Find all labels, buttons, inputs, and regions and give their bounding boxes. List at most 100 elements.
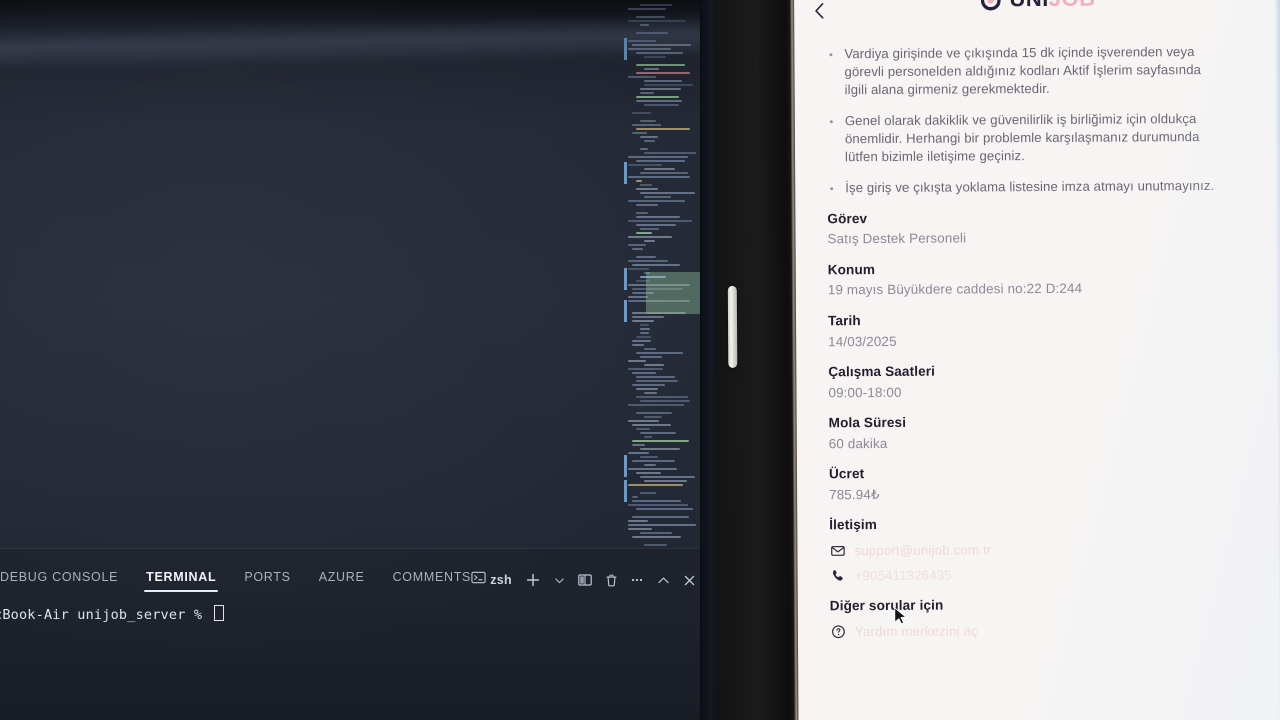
panel-tab-terminal[interactable]: TERMINAL xyxy=(132,565,230,592)
screenshot-stage: DEBUG CONSOLE TERMINAL PORTS AZURE COMMENTS … xyxy=(0,0,1280,720)
minimap-line xyxy=(632,384,665,386)
contact-section: İletişim support@unijob.com.tr +90541132… xyxy=(829,514,1251,584)
minimap-line xyxy=(628,268,649,270)
phone-device: UNIJOB Vardiya girişinde ve çıkışında 15… xyxy=(714,0,1280,720)
minimap-line xyxy=(632,444,646,446)
code-editor-area[interactable] xyxy=(0,0,716,548)
minimap-line xyxy=(628,520,649,522)
mail-icon xyxy=(829,543,845,559)
minimap-line xyxy=(632,132,648,134)
screen-glare-top xyxy=(0,0,716,26)
ellipsis-icon[interactable] xyxy=(624,567,650,593)
minimap-line xyxy=(632,264,680,266)
panel-tab-debug-console[interactable]: DEBUG CONSOLE xyxy=(0,565,132,591)
active-shell-indicator[interactable]: zsh xyxy=(469,567,520,593)
minimap-line xyxy=(640,4,673,6)
contact-phone-row[interactable]: +905411326435 xyxy=(830,566,1252,585)
minimap-line xyxy=(640,328,650,330)
minimap-line xyxy=(628,360,646,362)
maximize-panel-button[interactable] xyxy=(650,567,676,593)
detail-field-value: 09:00-18:00 xyxy=(828,384,902,400)
unijob-logo: UNIJOB xyxy=(794,0,1280,14)
minimap-line xyxy=(636,380,678,382)
phone-screen: UNIJOB Vardiya girişinde ve çıkışında 15… xyxy=(793,0,1280,720)
minimap-line xyxy=(632,344,645,346)
contact-email-link[interactable]: support@unijob.com.tr xyxy=(854,543,991,559)
panel-actions[interactable]: zsh xyxy=(469,567,702,593)
panel-tab-azure[interactable]: AZURE xyxy=(305,565,379,591)
minimap-line xyxy=(640,400,690,402)
minimap-line xyxy=(628,468,677,470)
trash-icon[interactable] xyxy=(598,567,624,593)
minimap-line xyxy=(644,416,662,418)
minimap-line xyxy=(640,476,696,478)
minimap-line xyxy=(632,424,672,426)
logo-text-uni: UNI xyxy=(1009,0,1049,11)
minimap-line xyxy=(632,372,656,374)
minimap-line xyxy=(644,480,687,482)
terminal-output[interactable]: cBook-Air unijob_server % xyxy=(0,605,716,720)
help-section: Diğer sorular için Yardım merkezini aç xyxy=(830,595,1252,640)
split-editor-icon[interactable] xyxy=(572,567,598,593)
minimap-line xyxy=(628,48,672,50)
minimap-line xyxy=(640,456,658,458)
chevron-down-icon[interactable] xyxy=(546,567,572,593)
minimap-selection-highlight xyxy=(646,272,700,314)
minimap-line xyxy=(640,92,654,94)
minimap-line xyxy=(628,484,684,486)
close-panel-button[interactable] xyxy=(676,567,702,593)
minimap-cursor-marker xyxy=(624,268,627,290)
phone-icon xyxy=(830,568,846,584)
minimap-line xyxy=(636,376,675,378)
help-center-row[interactable]: Yardım merkezini aç xyxy=(830,621,1252,640)
minimap-line xyxy=(636,336,651,338)
detail-field-label: Görev xyxy=(827,210,868,226)
phone-side-button[interactable] xyxy=(727,285,738,368)
minimap-line xyxy=(636,224,677,226)
minimap-line xyxy=(640,532,672,534)
minimap-line xyxy=(636,180,642,182)
minimap-line xyxy=(644,140,656,142)
minimap-line xyxy=(628,368,663,370)
minimap-line xyxy=(640,136,659,138)
editor-minimap[interactable] xyxy=(624,0,700,548)
minimap-line xyxy=(644,364,664,366)
rule-item: İşe giriş ve çıkışta yoklama listesine i… xyxy=(827,177,1215,197)
contact-phone-link[interactable]: +905411326435 xyxy=(855,568,952,584)
minimap-line xyxy=(644,348,656,350)
minimap-line xyxy=(628,244,647,246)
minimap-line xyxy=(640,192,696,194)
panel-tab-ports[interactable]: PORTS xyxy=(230,565,304,591)
detail-field-label: Çalışma Saatleri xyxy=(828,363,936,380)
minimap-line xyxy=(628,8,667,10)
panel-tab-list[interactable]: DEBUG CONSOLE TERMINAL PORTS AZURE COMMENTS xyxy=(0,563,485,593)
new-terminal-button[interactable] xyxy=(520,567,546,593)
minimap-line xyxy=(640,432,676,434)
minimap-line xyxy=(628,40,657,42)
rule-item: Genel olarak dakiklik ve güvenilirlik iş… xyxy=(827,110,1215,166)
detail-field-value: 785.94₺ xyxy=(829,486,880,503)
minimap-line xyxy=(640,324,649,326)
detail-field: Tarih 14/03/2025 xyxy=(828,310,1250,351)
terminal-prompt-text: cBook-Air unijob_server % xyxy=(0,607,211,623)
minimap-line xyxy=(636,508,693,510)
minimap-line xyxy=(636,256,656,258)
minimap-line xyxy=(632,112,652,114)
minimap-line xyxy=(628,76,657,78)
minimap-cursor-marker xyxy=(624,455,627,477)
minimap-line xyxy=(640,332,649,334)
detail-field: Konum 19 mayıs Büyükdere caddesi no:22 D:… xyxy=(828,258,1250,299)
minimap-line xyxy=(628,200,686,202)
minimap-line xyxy=(628,504,688,506)
rules-list: Vardiya girişinde ve çıkışında 15 dk içi… xyxy=(826,43,1249,197)
minimap-line xyxy=(644,56,666,58)
minimap-line xyxy=(640,184,653,186)
detail-field-value: 60 dakika xyxy=(828,435,888,452)
minimap-line xyxy=(636,212,649,214)
help-center-link[interactable]: Yardım merkezini aç xyxy=(855,623,978,639)
contact-email-row[interactable]: support@unijob.com.tr xyxy=(829,541,1251,560)
minimap-line xyxy=(644,464,657,466)
minimap-line xyxy=(640,120,657,122)
minimap-line xyxy=(640,88,681,90)
detail-field-label: Konum xyxy=(827,261,876,278)
